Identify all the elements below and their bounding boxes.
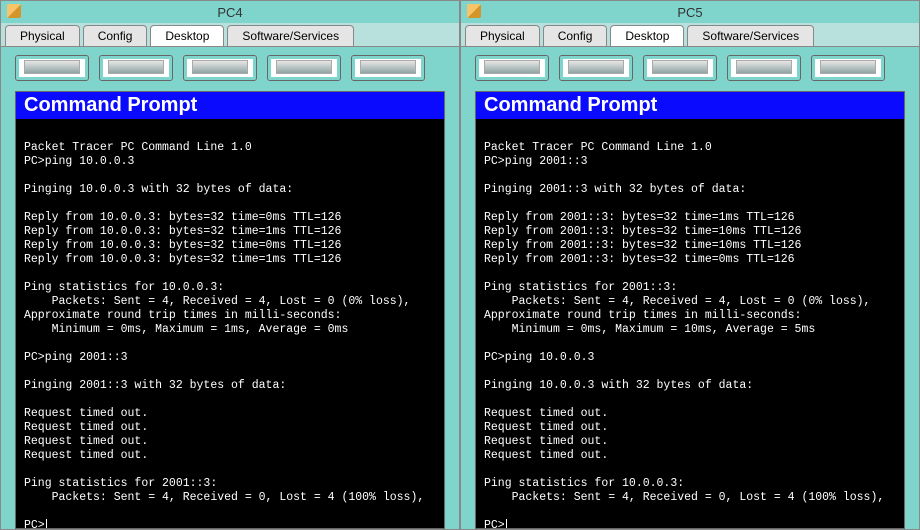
terminal-output[interactable]: Packet Tracer PC Command Line 1.0 PC>pin… [476, 119, 904, 528]
tab-config[interactable]: Config [543, 25, 608, 46]
desktop-icon[interactable] [811, 55, 885, 81]
titlebar[interactable]: PC4 [1, 1, 459, 23]
app-icon [467, 4, 481, 18]
desktop-icon[interactable] [183, 55, 257, 81]
window-title: PC4 [217, 5, 242, 20]
desktop-icon[interactable] [643, 55, 717, 81]
tab-software-services[interactable]: Software/Services [687, 25, 814, 46]
desktop-icon[interactable] [351, 55, 425, 81]
desktop-iconbar [475, 55, 905, 85]
tab-physical[interactable]: Physical [5, 25, 80, 46]
tabs: Physical Config Desktop Software/Service… [461, 23, 919, 47]
desktop-iconbar [15, 55, 445, 85]
tab-desktop[interactable]: Desktop [610, 25, 684, 46]
desktop-icon[interactable] [559, 55, 633, 81]
desktop-area: Command Prompt Packet Tracer PC Command … [1, 47, 459, 529]
app-icon [7, 4, 21, 18]
desktop-area: Command Prompt Packet Tracer PC Command … [461, 47, 919, 529]
desktop-icon[interactable] [727, 55, 801, 81]
command-prompt-window: Command Prompt Packet Tracer PC Command … [475, 91, 905, 529]
titlebar[interactable]: PC5 [461, 1, 919, 23]
command-prompt-title: Command Prompt [16, 92, 444, 119]
desktop-icon[interactable] [475, 55, 549, 81]
desktop-icon[interactable] [15, 55, 89, 81]
tab-software-services[interactable]: Software/Services [227, 25, 354, 46]
tab-physical[interactable]: Physical [465, 25, 540, 46]
terminal-output[interactable]: Packet Tracer PC Command Line 1.0 PC>pin… [16, 119, 444, 528]
window-title: PC5 [677, 5, 702, 20]
command-prompt-title: Command Prompt [476, 92, 904, 119]
desktop-icon[interactable] [99, 55, 173, 81]
window-pc4: PC4 Physical Config Desktop Software/Ser… [0, 0, 460, 530]
desktop-icon[interactable] [267, 55, 341, 81]
tab-desktop[interactable]: Desktop [150, 25, 224, 46]
command-prompt-window: Command Prompt Packet Tracer PC Command … [15, 91, 445, 529]
tab-config[interactable]: Config [83, 25, 148, 46]
window-pc5: PC5 Physical Config Desktop Software/Ser… [460, 0, 920, 530]
tabs: Physical Config Desktop Software/Service… [1, 23, 459, 47]
